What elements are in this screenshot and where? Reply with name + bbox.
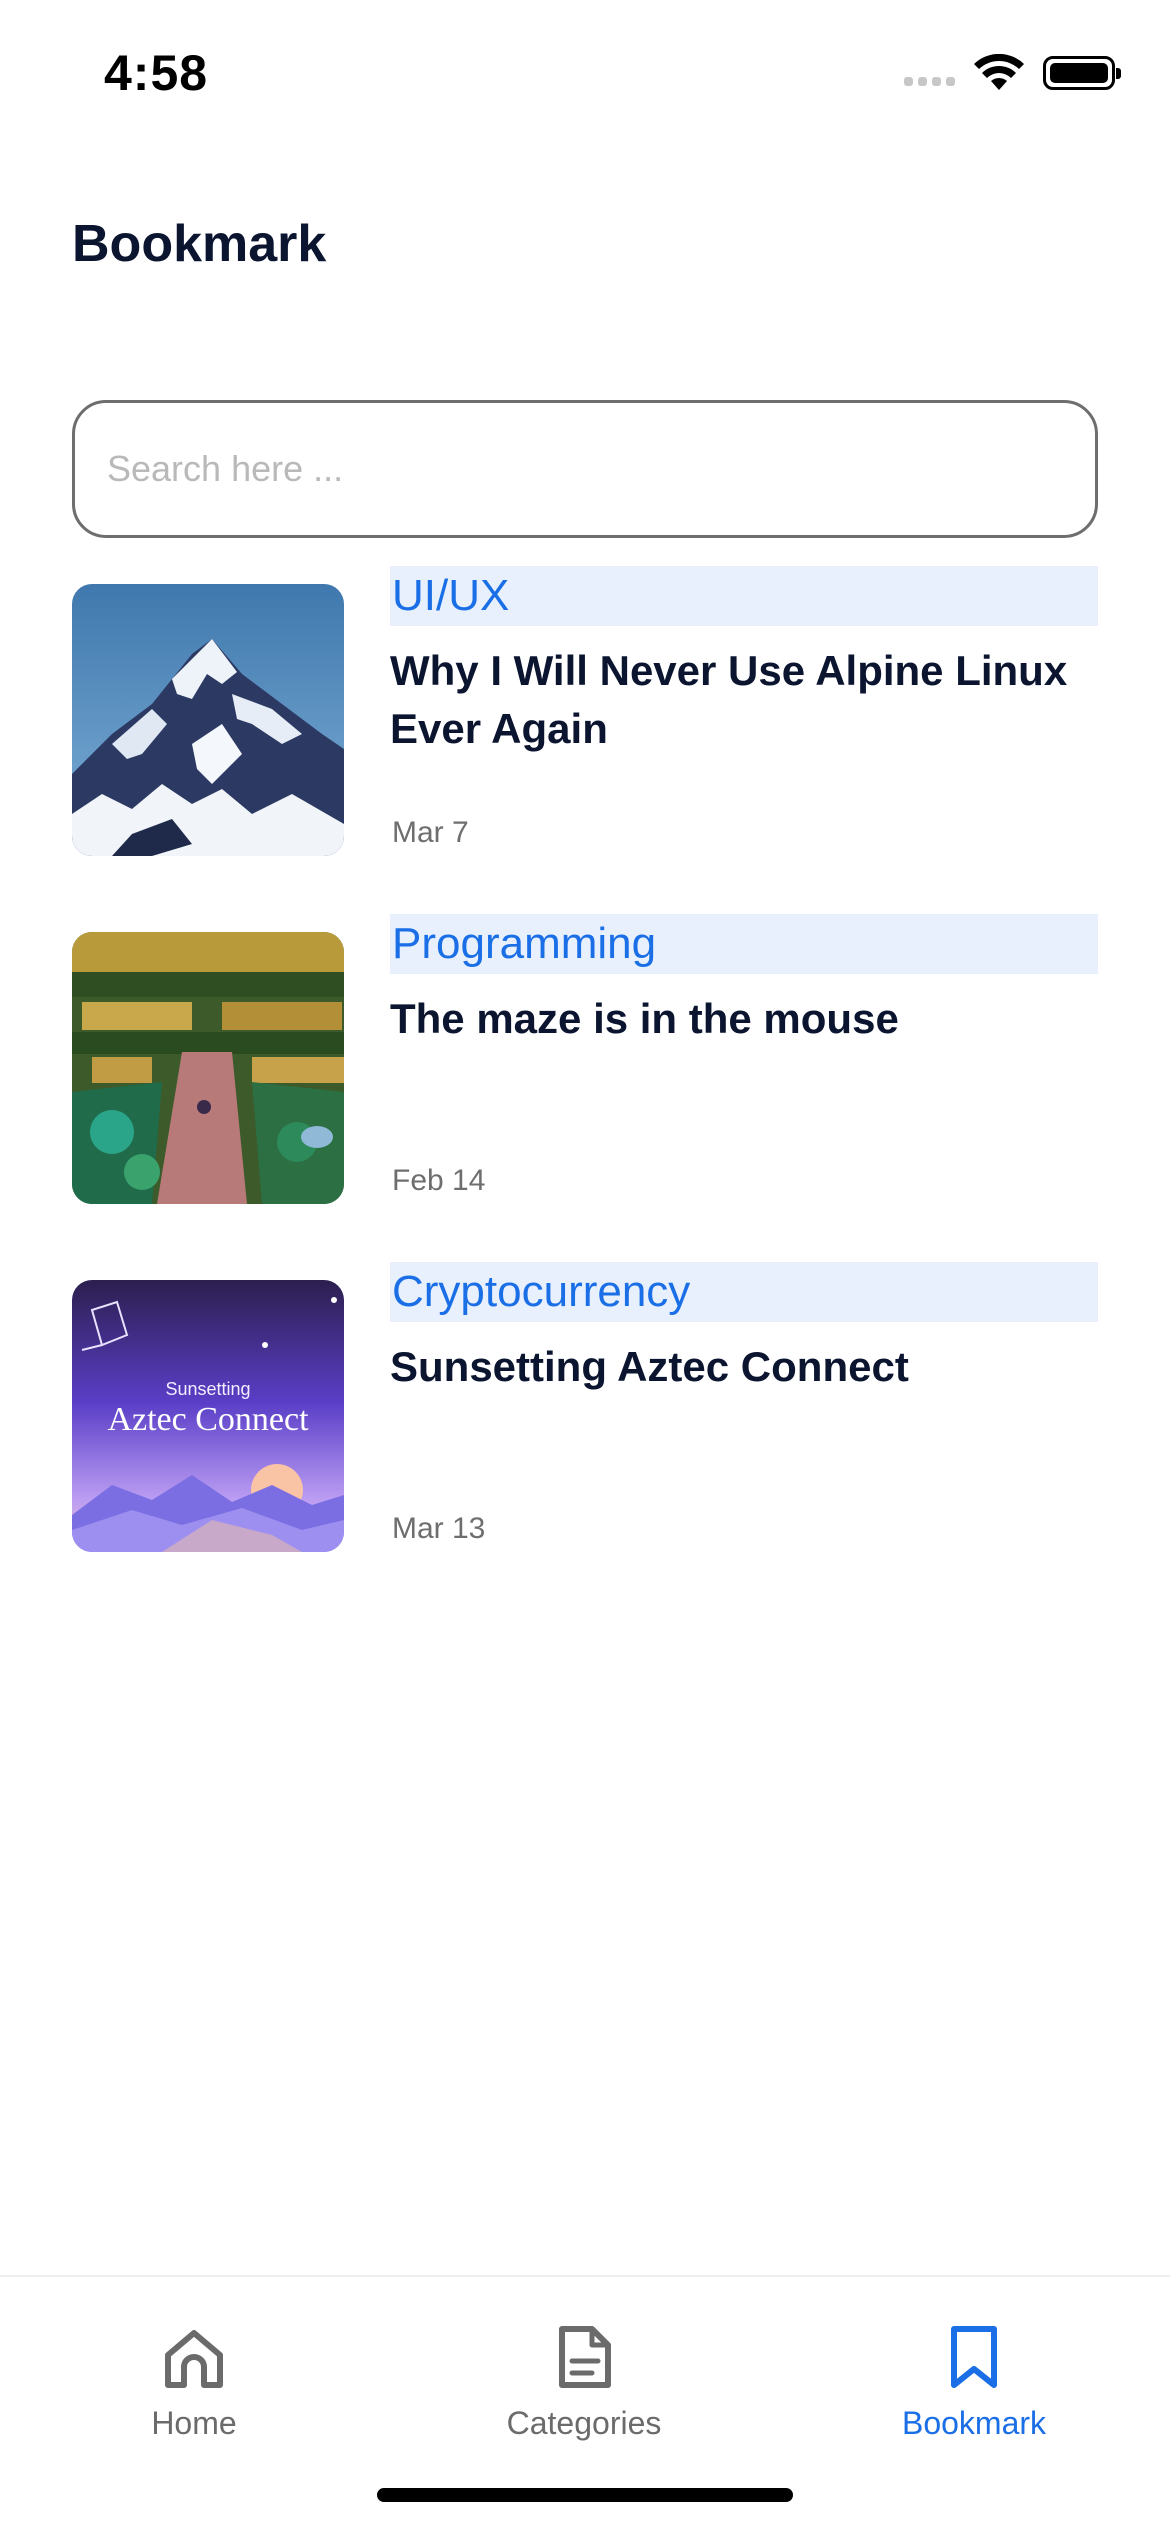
article-date: Mar 13 [392,1512,486,1545]
article-card[interactable]: Programming The maze is in the mouse Feb… [72,914,1098,1204]
document-icon [548,2321,620,2393]
status-bar: 4:58 [0,0,1170,150]
thumbnail-small-text: Sunsetting [165,1379,250,1399]
category-tag[interactable]: Programming [390,914,1098,974]
nav-label: Bookmark [901,2405,1047,2441]
article-date: Mar 7 [392,816,469,849]
article-content: Cryptocurrency Sunsetting Aztec Connect … [390,1262,1098,1562]
home-indicator[interactable] [377,2488,793,2502]
status-time: 4:58 [104,45,209,101]
search-box[interactable] [72,400,1098,538]
category-tag[interactable]: UI/UX [390,566,1098,626]
category-tag[interactable]: Cryptocurrency [390,1262,1098,1322]
article-content: UI/UX Why I Will Never Use Alpine Linux … [390,566,1098,866]
article-date: Feb 14 [392,1164,486,1197]
bookmark-icon [938,2321,1010,2393]
thumbnail-large-text: Aztec Connect [107,1401,309,1438]
article-title[interactable]: The maze is in the mouse [390,990,1098,1048]
home-icon [158,2321,230,2393]
mountain-image[interactable] [72,584,344,856]
nav-item-categories[interactable]: Categories [454,2321,714,2442]
article-title[interactable]: Why I Will Never Use Alpine Linux Ever A… [390,642,1098,758]
battery-icon [1043,56,1121,90]
signal-icon [904,60,955,86]
page-title: Bookmark [72,215,327,273]
aztec-connect-image[interactable]: Sunsetting Aztec Connect [72,1280,344,1552]
article-content: Programming The maze is in the mouse Feb… [390,914,1098,1214]
article-card[interactable]: Sunsetting Aztec Connect Cryptocurrency … [72,1262,1098,1552]
nav-item-home[interactable]: Home [64,2321,324,2442]
search-input[interactable] [75,403,1095,535]
nav-label: Categories [506,2405,662,2441]
article-card[interactable]: UI/UX Why I Will Never Use Alpine Linux … [72,566,1098,856]
article-title[interactable]: Sunsetting Aztec Connect [390,1338,1098,1396]
nav-label: Home [151,2405,237,2441]
maze-image[interactable] [72,932,344,1204]
nav-item-bookmark[interactable]: Bookmark [844,2321,1104,2442]
status-icons [904,54,1121,92]
wifi-icon [973,54,1025,92]
